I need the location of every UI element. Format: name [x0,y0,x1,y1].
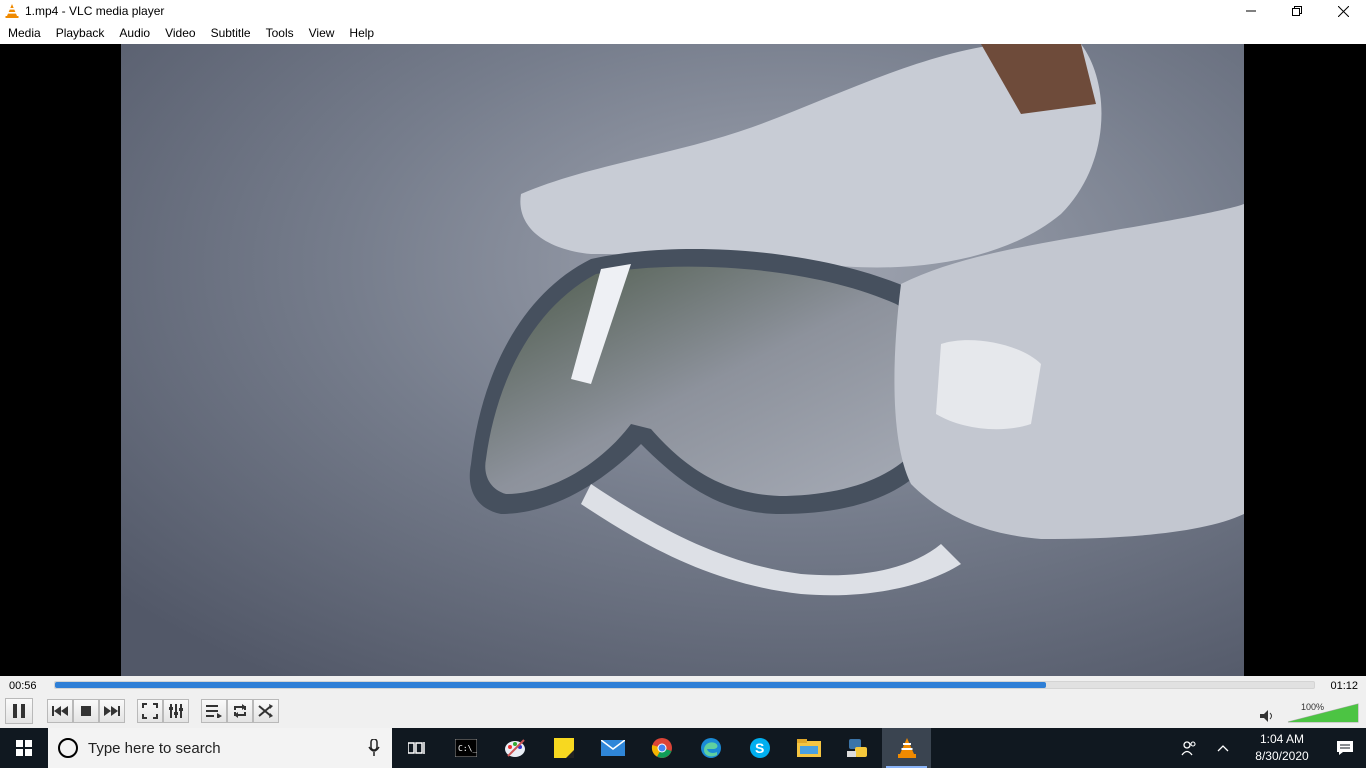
menu-subtitle[interactable]: Subtitle [203,22,258,44]
video-frame[interactable] [121,44,1244,676]
show-hidden-icons-button[interactable] [1206,728,1240,768]
elapsed-time[interactable]: 00:56 [9,680,37,692]
fullscreen-button[interactable] [137,699,163,723]
menu-bar: Media Playback Audio Video Subtitle Tool… [0,22,1366,44]
title-bar: 1.mp4 - VLC media player [0,0,1366,22]
taskbar-edge[interactable] [686,728,735,768]
task-view-icon [407,742,425,754]
taskbar-search[interactable]: Type here to search [48,728,392,768]
people-button[interactable] [1172,728,1206,768]
chevron-up-icon [1217,745,1229,752]
next-button[interactable] [99,699,125,723]
taskbar-python[interactable] [833,728,882,768]
playback-controls: 00:56 01:12 100% [0,676,1366,728]
sticky-notes-icon [553,738,574,758]
seek-bar[interactable] [54,681,1315,689]
system-tray: 1:04 AM 8/30/2020 [1172,728,1366,768]
video-area[interactable] [0,44,1366,676]
taskbar-skype[interactable]: S [735,728,784,768]
clock-time: 1:04 AM [1259,732,1305,746]
taskbar-vlc[interactable] [882,728,931,768]
vlc-icon [897,738,916,758]
next-icon [104,706,120,716]
chrome-icon [651,738,672,758]
playlist-icon [206,705,222,718]
previous-button[interactable] [47,699,73,723]
skype-icon: S [749,738,770,758]
taskbar-clock[interactable]: 1:04 AM 8/30/2020 [1240,731,1324,765]
search-placeholder: Type here to search [88,739,221,757]
taskbar-paint[interactable] [490,728,539,768]
menu-tools[interactable]: Tools [258,22,301,44]
loop-icon [234,704,246,718]
menu-view[interactable]: View [301,22,342,44]
taskbar-sticky-notes[interactable] [539,728,588,768]
close-button[interactable] [1320,0,1366,22]
microphone-icon[interactable] [368,739,380,757]
extended-settings-button[interactable] [163,699,189,723]
menu-help[interactable]: Help [341,22,381,44]
cortana-icon [58,738,78,758]
minimize-icon [1246,10,1256,12]
svg-text:C:\_: C:\_ [458,744,477,753]
loop-button[interactable] [227,699,253,723]
vlc-cone-icon [5,4,19,18]
pause-button[interactable] [5,698,33,724]
svg-text:S: S [755,740,764,756]
taskbar-command-prompt[interactable]: C:\_ [441,728,490,768]
shuffle-button[interactable] [253,699,279,723]
extended-settings-icon [169,704,183,718]
speaker-icon [1260,710,1272,722]
menu-video[interactable]: Video [157,22,202,44]
file-explorer-icon [796,739,821,757]
restore-icon [1292,6,1302,16]
action-center-button[interactable] [1324,728,1366,768]
pause-icon [13,704,25,718]
command-prompt-icon: C:\_ [454,739,477,757]
volume-control[interactable]: 100% [1260,700,1360,724]
task-view-button[interactable] [392,728,441,768]
taskbar: Type here to search C:\_ S 1:04 AM 8/30/… [0,728,1366,768]
menu-playback[interactable]: Playback [48,22,112,44]
mail-icon [600,740,625,756]
seek-bar-progress [55,682,1046,688]
notifications-icon [1337,741,1353,755]
volume-slider[interactable] [1286,702,1360,724]
minimize-button[interactable] [1228,0,1274,22]
playlist-button[interactable] [201,699,227,723]
taskbar-mail[interactable] [588,728,637,768]
video-scene [121,44,1244,676]
clock-date: 8/30/2020 [1255,749,1309,763]
stop-button[interactable] [73,699,99,723]
close-icon [1337,5,1349,17]
stop-icon [81,706,91,716]
total-time[interactable]: 01:12 [1330,680,1358,692]
restore-button[interactable] [1274,0,1320,22]
taskbar-chrome[interactable] [637,728,686,768]
window-title: 1.mp4 - VLC media player [25,4,165,18]
taskbar-file-explorer[interactable] [784,728,833,768]
menu-audio[interactable]: Audio [111,22,157,44]
paint-icon [504,739,525,757]
python-icon [846,739,867,757]
previous-icon [52,706,68,716]
menu-media[interactable]: Media [0,22,48,44]
windows-logo-icon [16,740,32,756]
start-button[interactable] [0,728,48,768]
people-icon [1181,741,1196,756]
shuffle-icon [258,704,273,718]
fullscreen-icon [142,703,158,719]
edge-icon [700,738,721,758]
